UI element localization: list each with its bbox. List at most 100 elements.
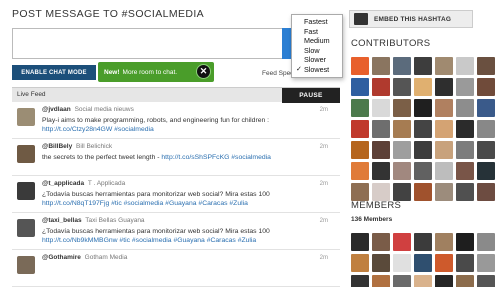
contributor-avatar[interactable] — [372, 57, 390, 75]
contributor-avatar[interactable] — [414, 57, 432, 75]
member-avatar[interactable] — [351, 233, 369, 251]
member-avatar[interactable] — [435, 275, 453, 287]
contributor-avatar[interactable] — [477, 78, 495, 96]
pause-button[interactable]: PAUSE — [282, 88, 340, 103]
feed-message-link[interactable]: http://t.co/N8qT197Fjg #tic #socialmedia… — [42, 200, 248, 207]
contributor-avatar[interactable] — [456, 120, 474, 138]
contributor-avatar[interactable] — [414, 183, 432, 201]
contributor-avatar[interactable] — [372, 99, 390, 117]
contributor-avatar[interactable] — [351, 183, 369, 201]
contributor-avatar[interactable] — [456, 57, 474, 75]
member-avatar[interactable] — [393, 254, 411, 272]
contributor-avatar[interactable] — [393, 57, 411, 75]
contributor-avatar[interactable] — [435, 162, 453, 180]
contributor-avatar[interactable] — [372, 78, 390, 96]
speed-option[interactable]: Medium — [292, 36, 342, 46]
contributor-avatar[interactable] — [435, 99, 453, 117]
contributor-avatar[interactable] — [477, 120, 495, 138]
contributor-avatar[interactable] — [351, 99, 369, 117]
checkmark-icon: ✓ — [296, 65, 302, 73]
contributor-avatar[interactable] — [351, 141, 369, 159]
speed-option[interactable]: Fast — [292, 27, 342, 37]
avatar[interactable] — [17, 145, 35, 163]
member-avatar[interactable] — [414, 233, 432, 251]
contributor-avatar[interactable] — [393, 141, 411, 159]
member-avatar[interactable] — [456, 275, 474, 287]
socialmedia-page: POST MESSAGE TO #SOCIALMEDIA ENABLE CHAT… — [0, 0, 500, 287]
contributor-avatar[interactable] — [456, 78, 474, 96]
contributor-avatar[interactable] — [372, 120, 390, 138]
contributor-avatar[interactable] — [456, 183, 474, 201]
member-avatar[interactable] — [477, 233, 495, 251]
member-avatar[interactable] — [477, 254, 495, 272]
feed-message-link[interactable]: http://t.co/Ctzy28n4GW #socialmedia — [42, 126, 154, 133]
avatar[interactable] — [17, 182, 35, 200]
contributor-avatar[interactable] — [351, 57, 369, 75]
feed-username[interactable]: @BillBely — [42, 143, 72, 150]
member-avatar[interactable] — [393, 275, 411, 287]
close-icon[interactable]: ✕ — [196, 64, 211, 79]
contributor-avatar[interactable] — [477, 162, 495, 180]
contributor-avatar[interactable] — [477, 141, 495, 159]
member-avatar[interactable] — [435, 233, 453, 251]
feed-speed-dropdown[interactable]: Fastest Fast Medium Slow Slower ✓ Slowest — [291, 14, 343, 78]
avatar[interactable] — [17, 256, 35, 274]
member-avatar[interactable] — [372, 233, 390, 251]
member-avatar[interactable] — [414, 254, 432, 272]
contributor-avatar[interactable] — [456, 162, 474, 180]
feed-username[interactable]: @jvdlaan — [42, 106, 71, 113]
avatar[interactable] — [17, 219, 35, 237]
contributor-avatar[interactable] — [477, 183, 495, 201]
speed-option-label: Fast — [304, 26, 318, 36]
member-avatar[interactable] — [393, 233, 411, 251]
contributor-avatar[interactable] — [477, 99, 495, 117]
contributor-avatar[interactable] — [393, 120, 411, 138]
member-avatar[interactable] — [477, 275, 495, 287]
contributor-avatar[interactable] — [393, 99, 411, 117]
contributor-avatar[interactable] — [435, 120, 453, 138]
feed-username[interactable]: @Gothamire — [42, 254, 81, 261]
member-avatar[interactable] — [435, 254, 453, 272]
contributor-avatar[interactable] — [456, 99, 474, 117]
contributor-avatar[interactable] — [435, 183, 453, 201]
enable-chat-mode-button[interactable]: ENABLE CHAT MODE — [12, 65, 96, 80]
speed-option[interactable]: Slow — [292, 46, 342, 56]
contributor-avatar[interactable] — [351, 162, 369, 180]
contributor-avatar[interactable] — [372, 141, 390, 159]
speed-option[interactable]: Slower — [292, 55, 342, 65]
member-avatar[interactable] — [456, 254, 474, 272]
member-avatar[interactable] — [456, 233, 474, 251]
feed-username[interactable]: @t_applicada — [42, 180, 84, 187]
contributor-avatar[interactable] — [393, 78, 411, 96]
live-feed-header: Live Feed PAUSE — [12, 87, 340, 103]
contributor-avatar[interactable] — [393, 183, 411, 201]
contributor-avatar[interactable] — [372, 162, 390, 180]
contributor-avatar[interactable] — [435, 141, 453, 159]
contributor-avatar[interactable] — [414, 78, 432, 96]
speed-option[interactable]: ✓ Slowest — [292, 65, 342, 75]
contributor-avatar[interactable] — [351, 78, 369, 96]
contributor-avatar[interactable] — [351, 120, 369, 138]
member-avatar[interactable] — [372, 275, 390, 287]
member-avatar[interactable] — [351, 254, 369, 272]
feed-message-link[interactable]: http://t.co/sShSPFcKG #socialmedia — [161, 154, 271, 161]
contributor-avatar[interactable] — [414, 99, 432, 117]
embed-hashtag-button[interactable]: EMBED THIS HASHTAG — [349, 10, 473, 28]
avatar[interactable] — [17, 108, 35, 126]
contributor-avatar[interactable] — [372, 183, 390, 201]
contributor-avatar[interactable] — [414, 162, 432, 180]
contributor-avatar[interactable] — [414, 141, 432, 159]
contributor-avatar[interactable] — [435, 78, 453, 96]
contributor-avatar[interactable] — [393, 162, 411, 180]
contributor-avatar[interactable] — [435, 57, 453, 75]
contributor-avatar[interactable] — [456, 141, 474, 159]
speed-option[interactable]: Fastest — [292, 17, 342, 27]
contributor-avatar[interactable] — [477, 57, 495, 75]
feed-username[interactable]: @taxi_bellas — [42, 217, 82, 224]
member-avatar[interactable] — [351, 275, 369, 287]
feed-message-link[interactable]: http://t.co/Nb9kMMBGnw #tic #socialmedia… — [42, 237, 256, 244]
feed-message-text: ¿Todavía buscas herramientas para monito… — [42, 191, 270, 198]
contributor-avatar[interactable] — [414, 120, 432, 138]
member-avatar[interactable] — [372, 254, 390, 272]
member-avatar[interactable] — [414, 275, 432, 287]
